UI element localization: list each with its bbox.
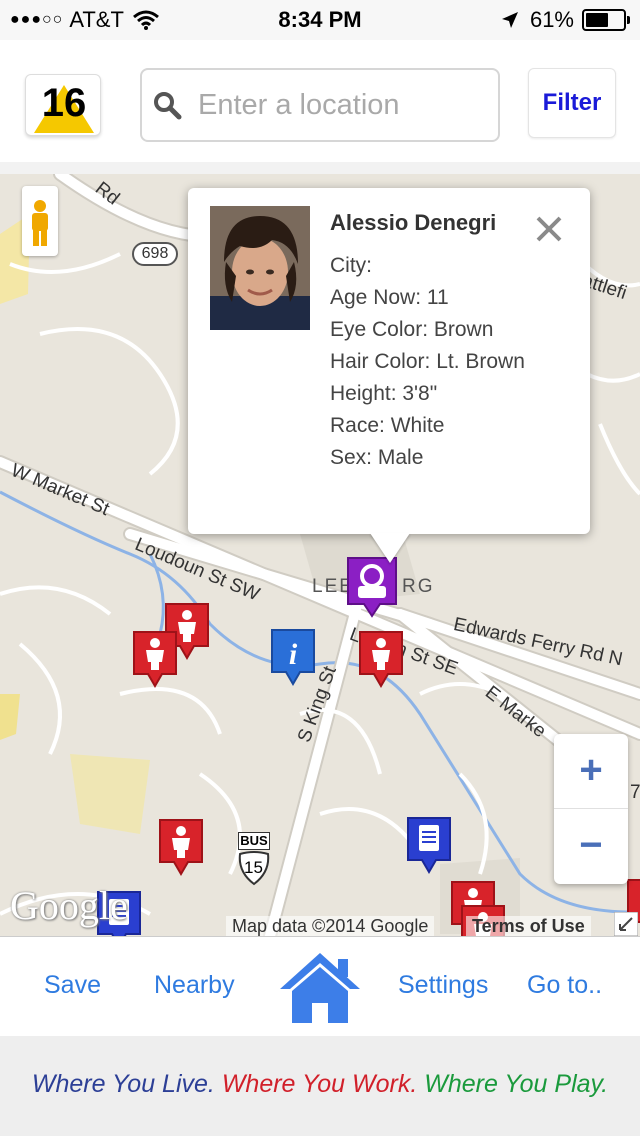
search-icon	[154, 92, 182, 120]
tagline-live: Where You Live.	[31, 1070, 215, 1098]
pegman-icon	[32, 200, 48, 246]
route-698-shield: 698	[132, 242, 178, 266]
svg-text:i: i	[289, 638, 298, 671]
location-search-box[interactable]	[140, 68, 500, 142]
go-to-button[interactable]: Go to..	[527, 971, 602, 1000]
location-arrow-icon	[501, 12, 518, 28]
zoom-in-button[interactable]: +	[554, 734, 628, 809]
map-view[interactable]: Rd 698 attlefi W Market St Loudoun St SW…	[0, 174, 640, 936]
logo-text: 16	[41, 81, 87, 125]
terms-of-use-link[interactable]: Terms of Use	[466, 916, 591, 936]
detail-sex: Sex: Male	[330, 446, 424, 469]
person-name: Alessio Denegri	[330, 210, 497, 235]
us-15-number: 15	[244, 858, 263, 877]
detail-hair-color: Hair Color: Lt. Brown	[330, 350, 525, 373]
bottom-navigation: Save Nearby Settings Go to..	[0, 936, 640, 1036]
person-details: City: Age Now: 11 Eye Color: Brown Hair …	[330, 250, 525, 474]
offender-pin-red[interactable]	[132, 630, 178, 688]
tagline: Where You Live. Where You Work. Where Yo…	[0, 1070, 640, 1099]
top-bar: 16 Filter	[0, 40, 640, 174]
map-label-side-7: 7	[630, 782, 640, 803]
battery-level-fill	[586, 13, 608, 27]
detail-city: City:	[330, 254, 372, 277]
expand-icon[interactable]	[614, 912, 638, 936]
close-icon[interactable]	[534, 214, 564, 244]
bus-route-label: BUS	[238, 832, 270, 850]
map-label-leesburg-right: RG	[402, 576, 435, 597]
info-window: Alessio Denegri City: Age Now: 11 Eye Co…	[188, 188, 590, 534]
home-icon[interactable]	[276, 949, 364, 1025]
report-pin-blue[interactable]	[406, 816, 452, 874]
app-screen: ●●●○○ AT&T 8:34 PM 61% 16 Enter a locati…	[0, 0, 640, 1136]
status-bar: ●●●○○ AT&T 8:34 PM 61%	[0, 0, 640, 40]
tagline-work: Where You Work.	[221, 1070, 418, 1098]
detail-age: Age Now: 11	[330, 286, 449, 309]
person-photo	[210, 206, 310, 330]
offender-pin-red[interactable]	[158, 818, 204, 876]
battery-icon	[582, 9, 630, 31]
offender-pin-red[interactable]	[358, 630, 404, 688]
map-attribution: Map data ©2014 Google	[226, 916, 435, 936]
detail-eye-color: Eye Color: Brown	[330, 318, 494, 341]
zoom-out-button[interactable]: −	[554, 809, 628, 884]
app-logo[interactable]: 16	[25, 74, 101, 136]
missing-child-pin-purple[interactable]	[346, 556, 398, 618]
settings-button[interactable]: Settings	[398, 971, 488, 1000]
detail-height: Height: 3'8"	[330, 382, 438, 405]
info-window-pointer	[370, 533, 410, 563]
info-pin-blue[interactable]: i	[270, 628, 316, 686]
zoom-control: + −	[554, 734, 628, 884]
save-button[interactable]: Save	[44, 971, 101, 1000]
google-logo: Google	[10, 883, 128, 928]
child-portrait-icon	[210, 206, 310, 330]
tagline-play: Where You Play.	[424, 1070, 609, 1098]
street-view-pegman[interactable]	[22, 186, 58, 256]
filter-button[interactable]: Filter	[528, 68, 616, 138]
battery-percentage: 61%	[529, 7, 574, 32]
location-search-input[interactable]	[198, 80, 488, 130]
tagline-bar: Where You Live. Where You Work. Where Yo…	[0, 1036, 640, 1136]
nearby-button[interactable]: Nearby	[154, 971, 235, 1000]
detail-race: Race: White	[330, 414, 445, 437]
